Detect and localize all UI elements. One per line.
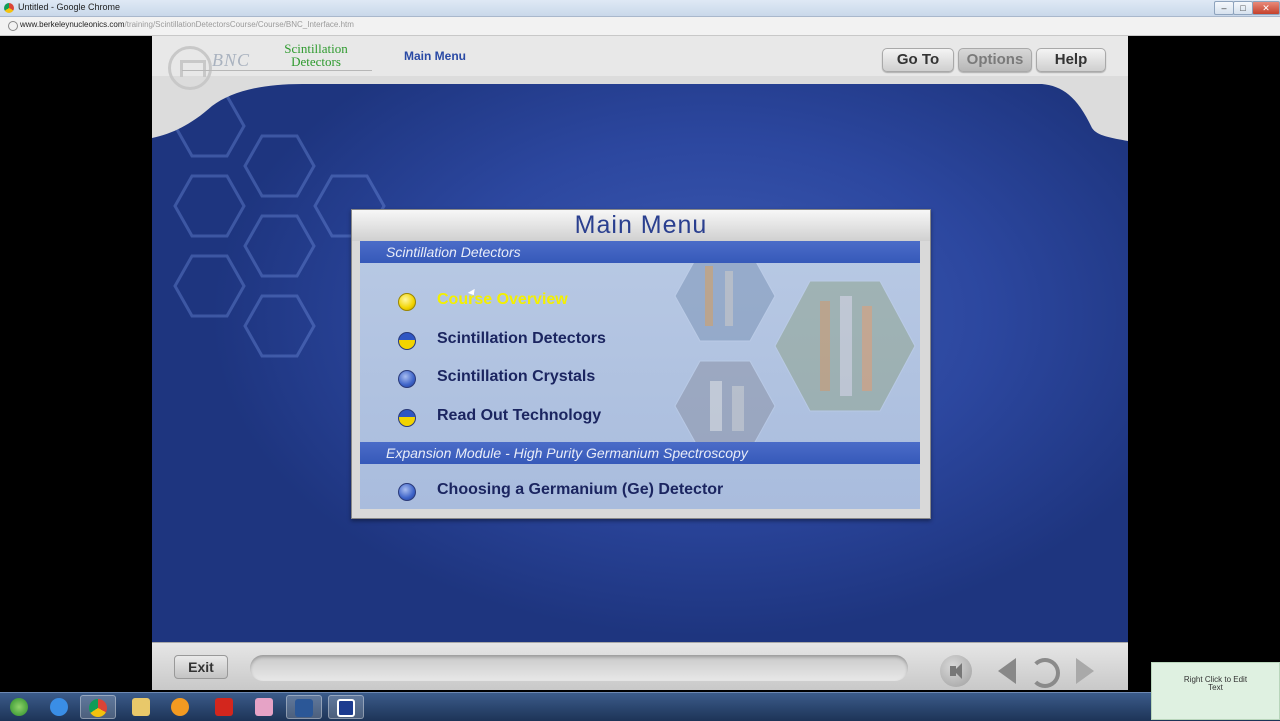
bullet-icon (398, 293, 416, 311)
menu-item-label: Read Out Technology (437, 407, 602, 424)
folder-icon (132, 698, 150, 716)
chrome-icon (89, 699, 107, 717)
bullet-icon (398, 332, 416, 350)
main-menu-panel: Main Menu Scintillation Detectors Course… (351, 209, 931, 519)
next-arrow-icon[interactable] (1076, 658, 1094, 684)
chrome-icon (4, 3, 14, 13)
close-button[interactable]: ✕ (1252, 1, 1280, 15)
help-button[interactable]: Help (1036, 48, 1106, 72)
media-icon (171, 698, 189, 716)
window-title: Untitled - Google Chrome (18, 2, 121, 12)
section-header-expansion: Expansion Module - High Purity Germanium… (360, 442, 920, 464)
detector-artwork-decoration (674, 250, 916, 452)
windows-taskbar (0, 692, 1280, 721)
course-title-line2: Detectors (291, 54, 341, 69)
url-text[interactable]: www.berkeleynucleonics.com/training/Scin… (20, 20, 354, 29)
taskbar-explorer[interactable] (124, 695, 160, 719)
bullet-icon (398, 409, 416, 427)
main-menu-title: Main Menu (352, 210, 930, 241)
app-icon (337, 699, 355, 717)
word-icon (295, 699, 313, 717)
app-footer: Exit (152, 642, 1128, 690)
logo-underline (182, 70, 372, 71)
course-app: BNC Scintillation Detectors Main Menu Go… (152, 36, 1128, 690)
acrobat-icon (215, 698, 233, 716)
taskbar-word[interactable] (286, 695, 322, 719)
taskbar-paint[interactable] (247, 695, 283, 719)
taskbar-acrobat[interactable] (207, 695, 243, 719)
browser-titlebar: Untitled - Google Chrome – □ ✕ (0, 0, 1280, 17)
info-icon[interactable] (8, 21, 18, 31)
exit-button[interactable]: Exit (174, 655, 228, 679)
start-button[interactable] (2, 695, 38, 719)
options-button[interactable]: Options (958, 48, 1032, 72)
ie-icon (50, 698, 68, 716)
start-icon (10, 698, 28, 716)
paint-icon (255, 698, 273, 716)
course-title: Scintillation Detectors (272, 42, 360, 68)
taskbar-ie[interactable] (42, 695, 78, 719)
logo-text: BNC (212, 50, 251, 70)
maximize-button[interactable]: □ (1233, 1, 1253, 15)
address-bar[interactable]: www.berkeleynucleonics.com/training/Scin… (0, 17, 1280, 36)
taskbar-chrome[interactable] (80, 695, 116, 719)
menu-item-label: Scintillation Crystals (437, 368, 596, 385)
menu-body: Scintillation Detectors Course Overview … (360, 241, 920, 509)
taskbar-app[interactable] (328, 695, 364, 719)
note-line2: Text (1208, 683, 1223, 692)
replay-icon[interactable] (1030, 658, 1060, 688)
section-header-scintillation: Scintillation Detectors (360, 241, 920, 263)
url-path: /training/ScintillationDetectorsCourse/C… (124, 20, 354, 29)
bullet-icon (398, 483, 416, 501)
speaker-icon[interactable] (940, 655, 972, 687)
taskbar-media[interactable] (163, 695, 199, 719)
menu-item-label: Choosing a Germanium (Ge) Detector (437, 481, 724, 498)
bnc-logo-icon (168, 46, 212, 90)
bullet-icon (398, 370, 416, 388)
url-host: www.berkeleynucleonics.com (20, 20, 125, 29)
edit-text-note[interactable]: Right Click to Edit Text (1151, 662, 1280, 720)
progress-track (250, 655, 908, 681)
menu-item-label: Scintillation Detectors (437, 330, 606, 347)
previous-arrow-icon[interactable] (998, 658, 1016, 684)
page-title: Main Menu (404, 49, 466, 63)
goto-button[interactable]: Go To (882, 48, 954, 72)
app-header: BNC Scintillation Detectors Main Menu Go… (152, 36, 1128, 141)
menu-item-label: Course Overview (437, 291, 568, 308)
minimize-button[interactable]: – (1214, 1, 1234, 15)
